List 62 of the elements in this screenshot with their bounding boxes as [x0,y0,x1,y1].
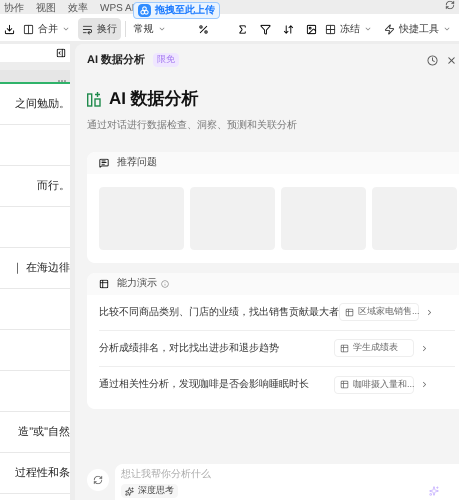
sheet-panel-icon[interactable] [56,48,66,58]
hero-subtitle: 通过对话进行数据检查、洞察、预测和关联分析 [87,118,298,132]
sheet-cell-text: 过程性和条 [15,466,70,481]
chat-input-box[interactable]: 想让我帮你分析什么 深度思考 [115,464,459,500]
menu-item[interactable]: 协作 [4,4,24,14]
sheet-cell-text: ｜ 在海边徘 [12,260,70,276]
table-icon [340,380,349,389]
close-icon[interactable] [446,54,457,66]
toolbar-button[interactable]: 快捷工具 [380,18,455,40]
file-chip[interactable]: 区域家电销售... [339,303,419,321]
chevron-right-icon [420,380,429,389]
cloud-icon [138,4,151,17]
toolbar-icon [325,24,336,34]
caret-icon [364,25,372,33]
image-icon[interactable] [306,24,317,34]
chat-input[interactable]: 想让我帮你分析什么 [121,467,459,481]
file-chip[interactable]: 学生成绩表 [334,339,414,357]
demo-row[interactable]: 分析成绩排名，对比找出进步和退步趋势 学生成绩表 [99,330,455,366]
section-title: 能力演示 [117,276,157,291]
percent-icon[interactable] [198,24,209,34]
sum-icon[interactable] [237,24,248,34]
demo-text: 分析成绩排名，对比找出进步和退步趋势 [99,342,279,356]
sort-icon[interactable] [283,24,294,34]
table-icon [345,308,354,316]
caret-icon [62,25,70,33]
table-icon [340,344,349,352]
hero-title: AI 数据分析 [109,88,199,110]
refresh-icon [93,475,103,485]
section-title: 推荐问题 [117,156,157,170]
sync-icon[interactable] [445,0,455,10]
toolbar-button[interactable]: 合并 [19,18,74,40]
demo-row[interactable]: 比较不同商品类别、门店的业绩，找出销售贡献最大者 区域家电销售... [99,294,455,330]
table-icon [99,278,109,288]
upload-tip-text: 拖拽至此上传 [155,4,215,18]
sheet-cell-text: 造"或"自然 [18,424,70,440]
menu-item[interactable]: 效率 [68,4,88,14]
toolbar-icon [23,24,34,34]
free-badge: 限免 [153,53,180,67]
sheet-cell-text: 之间勉励。 [15,96,70,112]
toolbar-icon [384,24,395,34]
demo-text: 通过相关性分析，发现咖啡是否会影响睡眠时长 [99,378,309,392]
demo-text: 比较不同商品类别、门店的业绩，找出销售贡献最大者 [99,306,339,320]
toolbar-button[interactable]: 换行 [78,18,121,40]
deep-think-button[interactable]: 深度思考 [121,484,178,498]
file-chip[interactable]: 咖啡摄入量和... [334,376,414,394]
sheet-cell-text: 而行。 [37,178,70,194]
history-icon[interactable] [427,54,438,66]
download-icon[interactable] [4,24,15,34]
caret-icon [443,25,451,33]
data-analysis-logo-icon [87,90,101,107]
filter-icon[interactable] [260,24,271,34]
new-chat-button[interactable] [87,469,109,491]
toolbar-button[interactable]: 冻结 [321,18,376,40]
chevron-right-icon [425,308,434,316]
menu-item[interactable]: 视图 [36,4,56,14]
info-icon [161,280,169,288]
chevron-right-icon [420,344,429,352]
panel-title: AI 数据分析 [87,52,146,68]
caret-icon [158,25,166,33]
toolbar-icon [82,24,93,34]
demo-row[interactable]: 通过相关性分析，发现咖啡是否会影响睡眠时长 咖啡摄入量和... [99,366,455,402]
chat-icon [99,158,109,168]
